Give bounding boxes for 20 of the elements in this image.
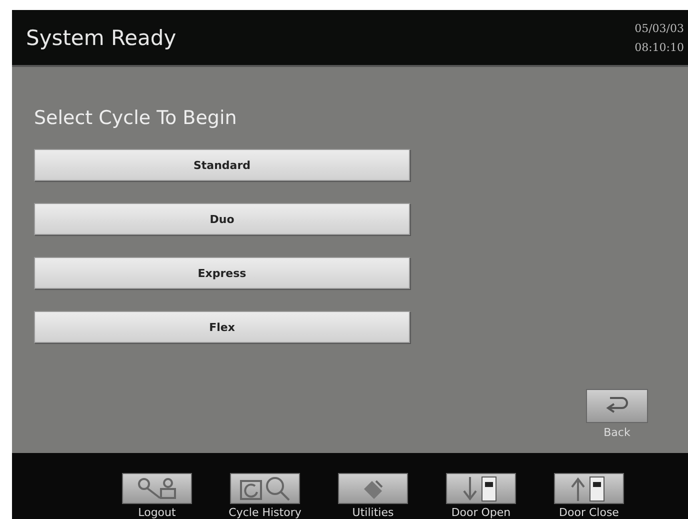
toolbar-label: Door Open [451,507,511,519]
toolbar-button[interactable] [554,473,624,504]
toolbar-label: Door Close [559,507,619,519]
toolbar-label: Logout [138,507,176,519]
prompt-text: Select Cycle To Begin [34,107,238,129]
toolbar-button[interactable] [446,473,516,504]
cycle-button[interactable]: Duo [34,203,410,235]
back-label: Back [604,427,630,439]
toolbar-label: Cycle History [228,507,302,519]
toolbar-button[interactable] [122,473,192,504]
cycle-button[interactable]: Flex [34,311,410,343]
screen-title: System Ready [26,26,176,50]
time-text: 08:10:10 [634,40,684,54]
cycle-button[interactable]: Express [34,257,410,289]
toolbar-button[interactable] [338,473,408,504]
date-text: 05/03/03 [634,22,684,34]
toolbar-button[interactable] [230,473,300,504]
back-button[interactable] [586,389,648,423]
toolbar-label: Utilities [352,507,394,519]
cycle-button[interactable]: Standard [34,149,410,181]
